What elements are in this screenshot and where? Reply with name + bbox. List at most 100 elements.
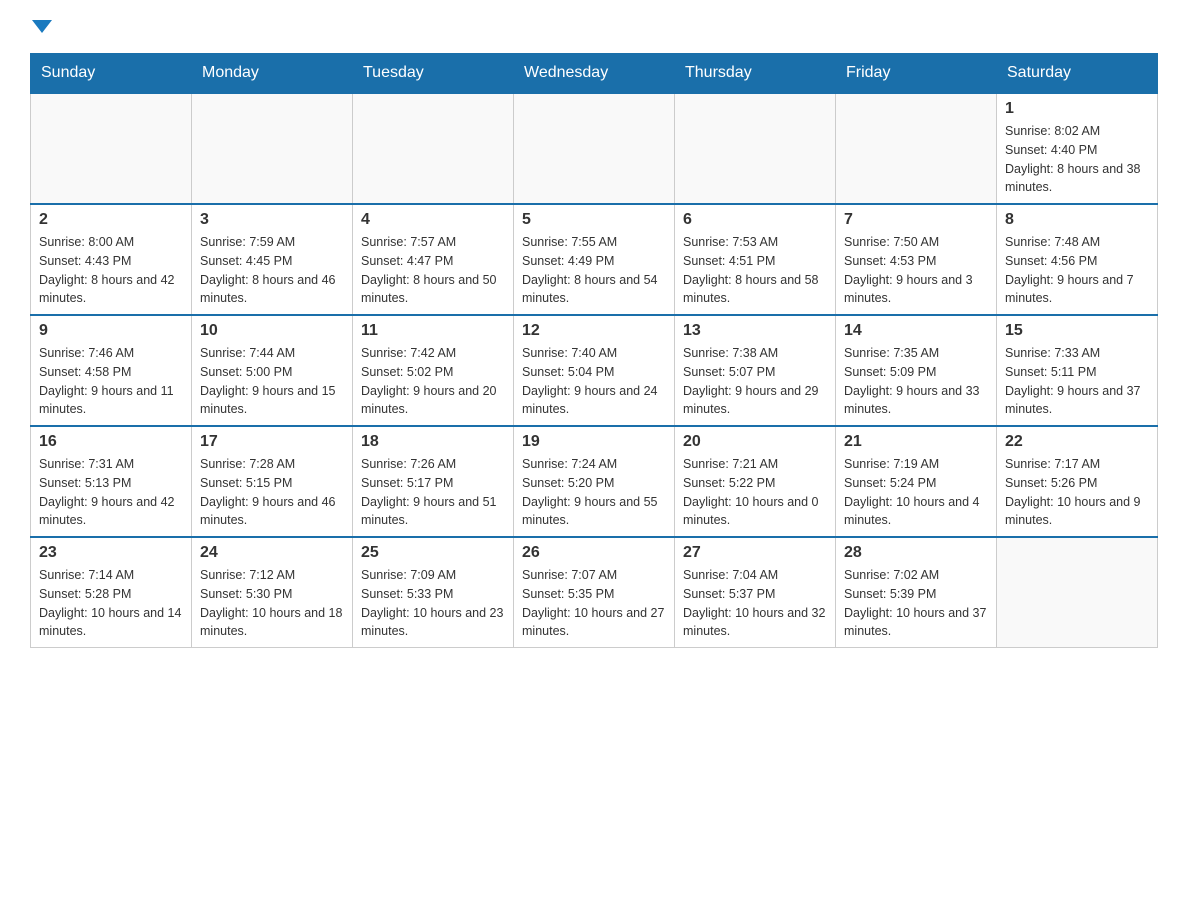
day-info: Sunrise: 7:04 AM Sunset: 5:37 PM Dayligh… [683, 566, 827, 641]
day-number: 9 [39, 322, 183, 340]
day-number: 4 [361, 211, 505, 229]
calendar-cell: 28 Sunrise: 7:02 AM Sunset: 5:39 PM Dayli… [836, 537, 997, 648]
day-info: Sunrise: 7:44 AM Sunset: 5:00 PM Dayligh… [200, 344, 344, 419]
day-header-friday: Friday [836, 54, 997, 94]
day-info: Sunrise: 7:48 AM Sunset: 4:56 PM Dayligh… [1005, 233, 1149, 308]
calendar-cell [997, 537, 1158, 648]
calendar-cell: 14Sunrise: 7:35 AM Sunset: 5:09 PM Dayli… [836, 315, 997, 426]
calendar-cell [836, 93, 997, 204]
day-number: 28 [844, 544, 988, 562]
day-info: Sunrise: 8:02 AM Sunset: 4:40 PM Dayligh… [1005, 122, 1149, 197]
day-info: Sunrise: 7:28 AM Sunset: 5:15 PM Dayligh… [200, 455, 344, 530]
calendar-cell: 27 Sunrise: 7:04 AM Sunset: 5:37 PM Dayli… [675, 537, 836, 648]
day-number: 11 [361, 322, 505, 340]
calendar-cell: 25 Sunrise: 7:09 AM Sunset: 5:33 PM Dayli… [353, 537, 514, 648]
week-row-2: 2 Sunrise: 8:00 AM Sunset: 4:43 PM Daylig… [31, 204, 1158, 315]
calendar-cell: 15 Sunrise: 7:33 AM Sunset: 5:11 PM Dayli… [997, 315, 1158, 426]
day-info: Sunrise: 7:24 AM Sunset: 5:20 PM Dayligh… [522, 455, 666, 530]
days-header-row: SundayMondayTuesdayWednesdayThursdayFrid… [31, 54, 1158, 94]
week-row-1: 1 Sunrise: 8:02 AM Sunset: 4:40 PM Daylig… [31, 93, 1158, 204]
day-header-wednesday: Wednesday [514, 54, 675, 94]
day-info: Sunrise: 7:33 AM Sunset: 5:11 PM Dayligh… [1005, 344, 1149, 419]
calendar-cell: 11Sunrise: 7:42 AM Sunset: 5:02 PM Dayli… [353, 315, 514, 426]
day-info: Sunrise: 7:14 AM Sunset: 5:28 PM Dayligh… [39, 566, 183, 641]
day-number: 7 [844, 211, 988, 229]
calendar-cell: 2 Sunrise: 8:00 AM Sunset: 4:43 PM Daylig… [31, 204, 192, 315]
day-info: Sunrise: 7:02 AM Sunset: 5:39 PM Dayligh… [844, 566, 988, 641]
day-number: 14 [844, 322, 988, 340]
logo [30, 20, 52, 33]
day-number: 3 [200, 211, 344, 229]
day-info: Sunrise: 7:19 AM Sunset: 5:24 PM Dayligh… [844, 455, 988, 530]
calendar-cell: 7 Sunrise: 7:50 AM Sunset: 4:53 PM Daylig… [836, 204, 997, 315]
day-info: Sunrise: 7:26 AM Sunset: 5:17 PM Dayligh… [361, 455, 505, 530]
day-number: 15 [1005, 322, 1149, 340]
week-row-4: 16 Sunrise: 7:31 AM Sunset: 5:13 PM Dayli… [31, 426, 1158, 537]
day-info: Sunrise: 7:46 AM Sunset: 4:58 PM Dayligh… [39, 344, 183, 419]
day-info: Sunrise: 7:21 AM Sunset: 5:22 PM Dayligh… [683, 455, 827, 530]
day-number: 10 [200, 322, 344, 340]
day-info: Sunrise: 7:38 AM Sunset: 5:07 PM Dayligh… [683, 344, 827, 419]
day-info: Sunrise: 7:50 AM Sunset: 4:53 PM Dayligh… [844, 233, 988, 308]
calendar-cell: 8 Sunrise: 7:48 AM Sunset: 4:56 PM Daylig… [997, 204, 1158, 315]
day-info: Sunrise: 7:17 AM Sunset: 5:26 PM Dayligh… [1005, 455, 1149, 530]
day-number: 19 [522, 433, 666, 451]
page-header [30, 20, 1158, 33]
day-info: Sunrise: 7:59 AM Sunset: 4:45 PM Dayligh… [200, 233, 344, 308]
day-info: Sunrise: 7:12 AM Sunset: 5:30 PM Dayligh… [200, 566, 344, 641]
calendar-cell: 1 Sunrise: 8:02 AM Sunset: 4:40 PM Daylig… [997, 93, 1158, 204]
calendar-cell: 10 Sunrise: 7:44 AM Sunset: 5:00 PM Dayli… [192, 315, 353, 426]
day-number: 22 [1005, 433, 1149, 451]
day-info: Sunrise: 7:40 AM Sunset: 5:04 PM Dayligh… [522, 344, 666, 419]
day-number: 12 [522, 322, 666, 340]
day-number: 21 [844, 433, 988, 451]
day-header-thursday: Thursday [675, 54, 836, 94]
calendar-cell [353, 93, 514, 204]
day-number: 17 [200, 433, 344, 451]
day-number: 2 [39, 211, 183, 229]
calendar-cell: 20 Sunrise: 7:21 AM Sunset: 5:22 PM Dayli… [675, 426, 836, 537]
day-number: 25 [361, 544, 505, 562]
week-row-3: 9 Sunrise: 7:46 AM Sunset: 4:58 PM Daylig… [31, 315, 1158, 426]
calendar-cell: 4 Sunrise: 7:57 AM Sunset: 4:47 PM Daylig… [353, 204, 514, 315]
calendar-cell: 18 Sunrise: 7:26 AM Sunset: 5:17 PM Dayli… [353, 426, 514, 537]
calendar-cell: 12 Sunrise: 7:40 AM Sunset: 5:04 PM Dayli… [514, 315, 675, 426]
calendar-cell: 24 Sunrise: 7:12 AM Sunset: 5:30 PM Dayli… [192, 537, 353, 648]
calendar-cell [31, 93, 192, 204]
day-number: 20 [683, 433, 827, 451]
calendar-cell: 6 Sunrise: 7:53 AM Sunset: 4:51 PM Daylig… [675, 204, 836, 315]
calendar-cell [192, 93, 353, 204]
calendar-cell: 21 Sunrise: 7:19 AM Sunset: 5:24 PM Dayli… [836, 426, 997, 537]
day-number: 24 [200, 544, 344, 562]
day-info: Sunrise: 7:07 AM Sunset: 5:35 PM Dayligh… [522, 566, 666, 641]
day-number: 13 [683, 322, 827, 340]
day-number: 6 [683, 211, 827, 229]
calendar-cell: 23Sunrise: 7:14 AM Sunset: 5:28 PM Dayli… [31, 537, 192, 648]
day-number: 26 [522, 544, 666, 562]
day-header-sunday: Sunday [31, 54, 192, 94]
day-info: Sunrise: 7:57 AM Sunset: 4:47 PM Dayligh… [361, 233, 505, 308]
calendar-cell: 3 Sunrise: 7:59 AM Sunset: 4:45 PM Daylig… [192, 204, 353, 315]
day-info: Sunrise: 7:09 AM Sunset: 5:33 PM Dayligh… [361, 566, 505, 641]
day-info: Sunrise: 7:55 AM Sunset: 4:49 PM Dayligh… [522, 233, 666, 308]
calendar-cell: 5 Sunrise: 7:55 AM Sunset: 4:49 PM Daylig… [514, 204, 675, 315]
calendar-cell: 16 Sunrise: 7:31 AM Sunset: 5:13 PM Dayli… [31, 426, 192, 537]
day-number: 1 [1005, 100, 1149, 118]
week-row-5: 23Sunrise: 7:14 AM Sunset: 5:28 PM Dayli… [31, 537, 1158, 648]
day-info: Sunrise: 7:31 AM Sunset: 5:13 PM Dayligh… [39, 455, 183, 530]
day-info: Sunrise: 7:53 AM Sunset: 4:51 PM Dayligh… [683, 233, 827, 308]
day-number: 8 [1005, 211, 1149, 229]
day-header-tuesday: Tuesday [353, 54, 514, 94]
calendar-table: SundayMondayTuesdayWednesdayThursdayFrid… [30, 53, 1158, 648]
day-number: 5 [522, 211, 666, 229]
day-header-monday: Monday [192, 54, 353, 94]
calendar-cell: 26 Sunrise: 7:07 AM Sunset: 5:35 PM Dayli… [514, 537, 675, 648]
calendar-cell [675, 93, 836, 204]
day-number: 27 [683, 544, 827, 562]
calendar-cell: 13 Sunrise: 7:38 AM Sunset: 5:07 PM Dayli… [675, 315, 836, 426]
day-number: 16 [39, 433, 183, 451]
day-number: 18 [361, 433, 505, 451]
day-info: Sunrise: 8:00 AM Sunset: 4:43 PM Dayligh… [39, 233, 183, 308]
calendar-cell: 22 Sunrise: 7:17 AM Sunset: 5:26 PM Dayli… [997, 426, 1158, 537]
calendar-cell: 9 Sunrise: 7:46 AM Sunset: 4:58 PM Daylig… [31, 315, 192, 426]
